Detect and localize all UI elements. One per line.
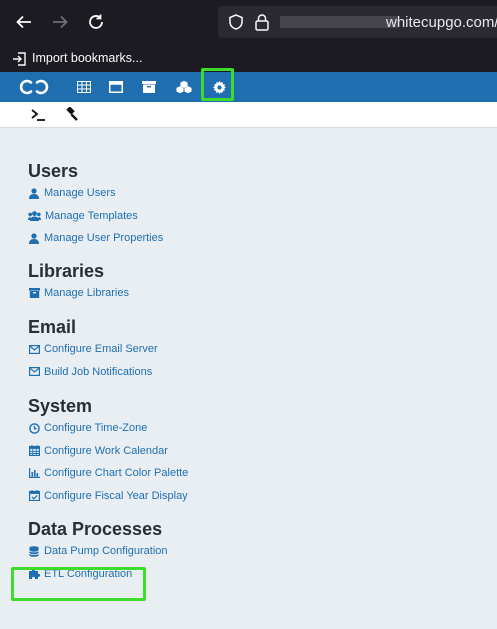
calendar-icon <box>28 445 40 457</box>
app-toolbar <box>0 72 497 102</box>
configure-email-server-link[interactable]: Configure Email Server <box>28 338 488 361</box>
cubes-icon[interactable] <box>176 79 192 95</box>
configure-chart-color-palette-link[interactable]: Configure Chart Color Palette <box>28 462 488 485</box>
manage-templates-label: Manage Templates <box>45 209 138 222</box>
build-job-notifications-label: Build Job Notifications <box>44 365 153 378</box>
configure-time-zone-link[interactable]: Configure Time-Zone <box>28 417 488 440</box>
url-redacted-part <box>280 16 398 28</box>
gavel-icon[interactable] <box>63 106 79 123</box>
lock-icon[interactable] <box>254 13 270 31</box>
app-logo-icon[interactable] <box>18 78 50 96</box>
browser-chrome: whitecupgo.com/ Import bookmarks... <box>0 0 497 72</box>
terminal-icon[interactable] <box>30 107 46 123</box>
calendar-check-icon <box>28 490 40 502</box>
url-domain[interactable]: whitecupgo.com/ <box>386 14 497 31</box>
bookmarks-toolbar: Import bookmarks... <box>0 46 497 72</box>
table-icon[interactable] <box>76 79 92 95</box>
manage-user-properties-link[interactable]: Manage User Properties <box>28 227 488 250</box>
manage-libraries-link[interactable]: Manage Libraries <box>28 282 488 305</box>
users-group-icon <box>28 210 41 222</box>
manage-user-properties-label: Manage User Properties <box>44 232 164 245</box>
data-pump-configuration-link[interactable]: Data Pump Configuration <box>28 540 488 563</box>
envelope-icon <box>28 343 40 355</box>
sub-toolbar <box>0 102 497 128</box>
manage-users-label: Manage Users <box>44 187 116 200</box>
data-pump-configuration-label: Data Pump Configuration <box>44 545 168 558</box>
database-icon <box>28 545 40 557</box>
user-icon <box>28 187 40 199</box>
user-icon <box>28 232 40 244</box>
forward-icon[interactable] <box>48 10 72 34</box>
section-title-email: Email <box>28 317 77 337</box>
envelope-icon <box>28 366 40 378</box>
import-bookmarks-link[interactable]: Import bookmarks... <box>32 51 142 65</box>
settings-highlight-box <box>201 68 234 101</box>
browser-nav-row: whitecupgo.com/ <box>0 0 497 44</box>
section-title-system: System <box>28 396 93 416</box>
back-icon[interactable] <box>12 10 36 34</box>
manage-libraries-label: Manage Libraries <box>44 286 129 299</box>
shield-icon[interactable] <box>228 14 244 30</box>
configure-fiscal-year-display-label: Configure Fiscal Year Display <box>44 489 188 502</box>
archive-icon[interactable] <box>141 79 157 95</box>
section-title-users: Users <box>28 161 79 181</box>
configure-email-server-label: Configure Email Server <box>44 343 158 356</box>
window-icon[interactable] <box>108 79 124 95</box>
configure-work-calendar-label: Configure Work Calendar <box>44 444 168 457</box>
section-title-data-processes: Data Processes <box>28 519 163 539</box>
import-icon[interactable] <box>12 51 28 67</box>
address-bar[interactable]: whitecupgo.com/ <box>218 6 497 38</box>
configure-fiscal-year-display-link[interactable]: Configure Fiscal Year Display <box>28 485 488 508</box>
admin-settings-content: Users Manage Users Manage Templates Mana… <box>28 160 488 585</box>
clock-icon <box>28 422 40 434</box>
manage-users-link[interactable]: Manage Users <box>28 182 488 205</box>
section-title-libraries: Libraries <box>28 260 105 281</box>
configure-chart-color-palette-label: Configure Chart Color Palette <box>44 467 189 480</box>
reload-icon[interactable] <box>84 10 108 34</box>
configure-time-zone-label: Configure Time-Zone <box>44 422 148 435</box>
manage-templates-link[interactable]: Manage Templates <box>28 205 488 228</box>
archive-icon <box>28 287 40 299</box>
build-job-notifications-link[interactable]: Build Job Notifications <box>28 361 488 384</box>
etl-highlight-box <box>11 567 146 601</box>
bar-chart-icon <box>28 467 40 479</box>
configure-work-calendar-link[interactable]: Configure Work Calendar <box>28 440 488 463</box>
